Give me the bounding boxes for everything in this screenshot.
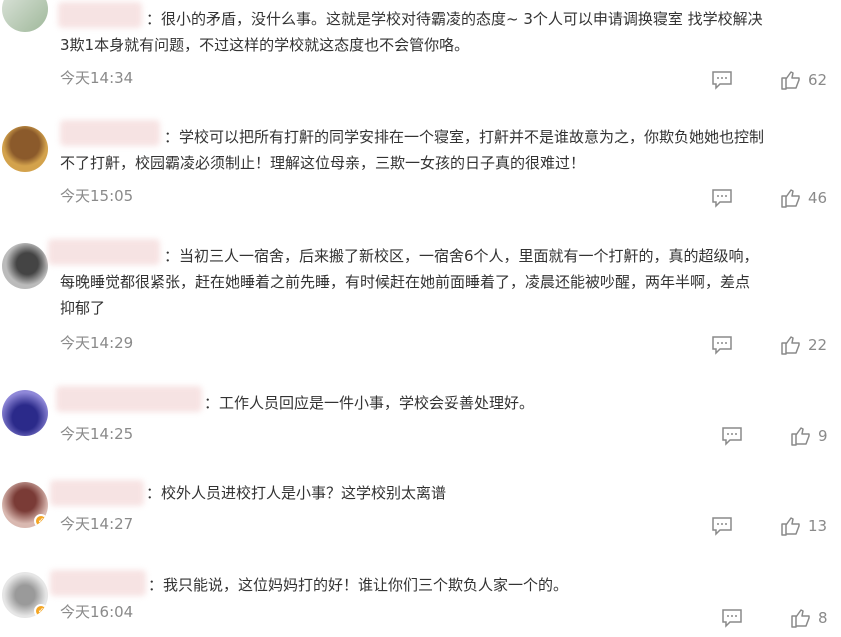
comment-icon (712, 517, 732, 536)
username-blurred[interactable] (50, 570, 146, 596)
verified-badge-icon: ✓ (34, 604, 48, 618)
like-count: 22 (808, 336, 828, 354)
avatar[interactable]: ✓ (2, 482, 48, 528)
thumbs-up-icon (791, 609, 810, 628)
comment-icon (712, 71, 732, 90)
like-count: 9 (818, 427, 828, 445)
comment-button[interactable] (721, 608, 743, 628)
comment-icon (722, 427, 742, 446)
thumbs-up-icon (781, 517, 800, 536)
username-blurred[interactable] (56, 386, 202, 412)
comment-text-line: ：工作人员回应是一件小事，学校会妥善处理好。 (204, 394, 535, 412)
comment-text-line: ：校外人员进校打人是小事？这学校别太离谱 (146, 484, 447, 502)
comment-text: 抑郁了 (60, 295, 836, 321)
comment-text-line: ：很小的矛盾，没什么事。这就是学校对待霸凌的态度~ 3个人可以申请调换寝室 找学… (146, 10, 763, 28)
like-button[interactable]: 9 (790, 426, 828, 446)
comment-text-line: ：我只能说，这位妈妈打的好！谁让你们三个欺负人家一个的。 (148, 576, 569, 594)
comment-text: 3欺1本身就有问题，不过这样的学校就这态度也不会管你咯。 (60, 32, 836, 58)
thumbs-up-icon (781, 71, 800, 90)
comment-text-line: 3欺1本身就有问题，不过这样的学校就这态度也不会管你咯。 (60, 36, 470, 54)
verified-badge-icon: ✓ (34, 514, 48, 528)
comment-text-line: ：当初三人一宿舍，后来搬了新校区，一宿舍6个人，里面就有一个打鼾的，真的超级响， (164, 247, 759, 265)
comment-text: ：学校可以把所有打鼾的同学安排在一个寝室，打鼾并不是谁故意为之，你欺负她她也控制 (164, 124, 841, 150)
comment-button[interactable] (711, 70, 733, 90)
comment-time: 今天14:34 (60, 69, 134, 87)
like-button[interactable]: 8 (790, 608, 828, 628)
comment-text-line: 抑郁了 (60, 299, 106, 317)
like-button[interactable]: 62 (780, 70, 827, 90)
comment-text: ：工作人员回应是一件小事，学校会妥善处理好。 (204, 390, 841, 416)
comment-button[interactable] (711, 335, 733, 355)
avatar[interactable] (2, 390, 48, 436)
comment-icon (712, 189, 732, 208)
username-blurred[interactable] (60, 120, 160, 146)
comment-text: ：很小的矛盾，没什么事。这就是学校对待霸凌的态度~ 3个人可以申请调换寝室 找学… (146, 6, 841, 32)
comment-button[interactable] (711, 516, 733, 536)
like-button[interactable]: 22 (780, 335, 827, 355)
avatar[interactable] (2, 126, 48, 172)
comment-button[interactable] (711, 188, 733, 208)
comment-button[interactable] (721, 426, 743, 446)
comment-text-line: 不了打鼾，校园霸凌必须制止！理解这位母亲，三欺一女孩的日子真的很难过！ (60, 154, 586, 172)
like-button[interactable]: 46 (780, 188, 827, 208)
like-count: 13 (808, 517, 828, 535)
comment-time: 今天14:27 (60, 515, 134, 533)
username-blurred[interactable] (48, 239, 160, 265)
comment-text: 不了打鼾，校园霸凌必须制止！理解这位母亲，三欺一女孩的日子真的很难过！ (60, 150, 836, 176)
thumbs-up-icon (781, 336, 800, 355)
thumbs-up-icon (781, 189, 800, 208)
comment-icon (712, 336, 732, 355)
comment-icon (722, 609, 742, 628)
like-button[interactable]: 13 (780, 516, 827, 536)
username-blurred[interactable] (58, 2, 142, 28)
avatar[interactable]: ✓ (2, 572, 48, 618)
comment-time: 今天14:29 (60, 334, 134, 352)
like-count: 8 (818, 609, 828, 627)
comment-time: 今天14:25 (60, 425, 134, 443)
comment-text: ：校外人员进校打人是小事？这学校别太离谱 (146, 480, 841, 506)
comment-text-line: ：学校可以把所有打鼾的同学安排在一个寝室，打鼾并不是谁故意为之，你欺负她她也控制 (164, 128, 765, 146)
thumbs-up-icon (791, 427, 810, 446)
comment-text-line: 每晚睡觉都很紧张，赶在她睡着之前先睡，有时候赶在她前面睡着了，凌晨还能被吵醒，两… (60, 273, 751, 291)
username-blurred[interactable] (50, 480, 144, 506)
avatar[interactable] (2, 243, 48, 289)
comment-text: ：当初三人一宿舍，后来搬了新校区，一宿舍6个人，里面就有一个打鼾的，真的超级响， (164, 243, 841, 269)
like-count: 46 (808, 189, 828, 207)
avatar[interactable] (2, 0, 48, 32)
comment-text: 每晚睡觉都很紧张，赶在她睡着之前先睡，有时候赶在她前面睡着了，凌晨还能被吵醒，两… (60, 269, 836, 295)
comment-text: ：我只能说，这位妈妈打的好！谁让你们三个欺负人家一个的。 (148, 572, 841, 598)
like-count: 62 (808, 71, 828, 89)
comment-time: 今天16:04 (60, 603, 134, 621)
comment-time: 今天15:05 (60, 187, 134, 205)
